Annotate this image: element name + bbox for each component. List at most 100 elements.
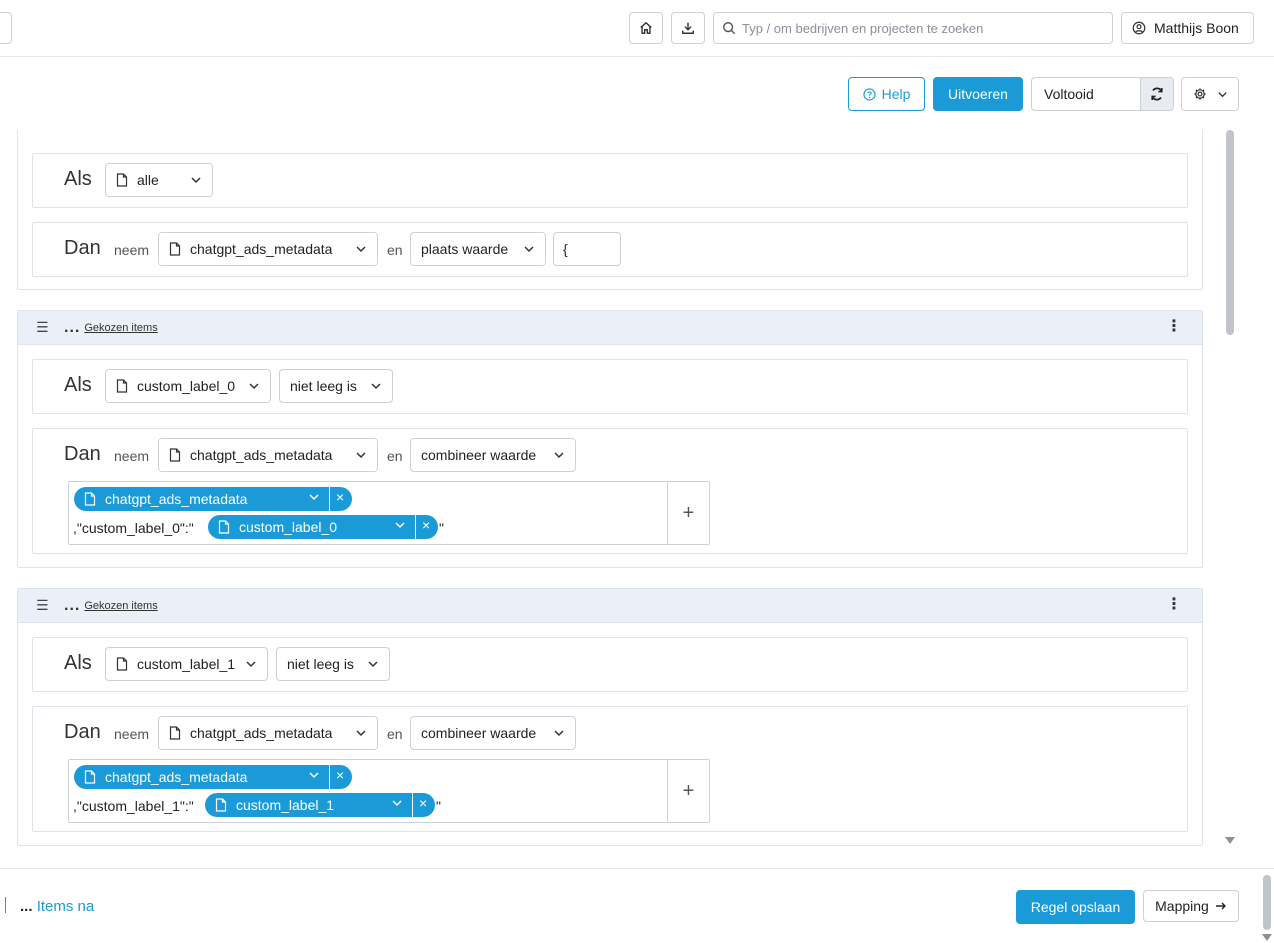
if-operator-select[interactable]: niet leeg is [279,369,393,403]
help-button[interactable]: Help [848,77,925,111]
mapping-label: Mapping [1155,898,1209,914]
rule-card: ☰ ... Gekozen items ⋮ Als custom_label_1… [17,588,1203,846]
run-button[interactable]: Uitvoeren [933,77,1023,111]
document-icon [116,379,128,393]
action-select[interactable]: combineer waarde [410,438,576,472]
take-label: neem [114,448,150,464]
items-after-link[interactable]: ... Items na [20,898,94,915]
download-icon [682,22,694,34]
then-label: Dan [64,443,101,465]
chevron-down-icon [1217,91,1227,97]
left-stub-button[interactable] [0,12,12,44]
page-scroll-down-arrow[interactable] [1262,934,1272,941]
chosen-items-link[interactable]: Gekozen items [84,600,157,612]
more-options-icon[interactable]: ⋮ [1166,319,1182,335]
chevron-down-icon [191,177,201,184]
drag-handle-icon[interactable]: ☰ [36,319,49,336]
mapping-button[interactable]: Mapping [1143,890,1239,922]
save-rule-button[interactable]: Regel opslaan [1016,890,1135,924]
then-label: Dan [64,237,101,259]
if-condition-row: Als alle [32,153,1188,208]
close-icon[interactable]: × [419,795,427,811]
close-icon[interactable]: × [336,767,344,783]
action-select[interactable]: combineer waarde [410,716,576,750]
plus-icon: + [682,779,695,802]
document-icon [169,726,181,740]
refresh-button[interactable] [1140,78,1173,110]
rules-scrollbar[interactable] [1222,130,1238,848]
previous-link-stub[interactable] [0,897,6,913]
if-label: Als [64,652,92,674]
field-chip[interactable]: chatgpt_ads_metadata × [74,765,352,789]
rule-header: ☰ ... Gekozen items ⋮ [18,589,1202,623]
chevron-down-icon[interactable] [308,491,320,503]
arrow-right-icon [1215,902,1226,910]
then-field-select[interactable]: chatgpt_ads_metadata [158,438,378,472]
literal-text: " [439,520,444,536]
field-chip[interactable]: custom_label_1 × [205,793,435,817]
settings-button[interactable] [1181,77,1239,111]
if-operator-select[interactable]: niet leeg is [276,647,390,681]
if-operator-value: niet leeg is [287,656,354,672]
document-icon [169,448,181,462]
home-button[interactable] [629,12,663,44]
status-select[interactable]: Voltooid [1031,77,1174,111]
action-select[interactable]: plaats waarde [410,232,546,266]
refresh-icon [1151,87,1163,101]
more-options-icon[interactable]: ⋮ [1166,597,1182,613]
footer-bar: ... Items na Regel opslaan Mapping [0,868,1274,943]
drag-handle-icon[interactable]: ☰ [36,597,49,614]
then-field-value: chatgpt_ads_metadata [190,725,333,741]
top-bar: Matthijs Boon [0,0,1274,57]
chosen-items-link[interactable]: Gekozen items [84,322,157,334]
action-value: combineer waarde [421,447,537,463]
field-chip[interactable]: chatgpt_ads_metadata × [74,487,352,511]
then-action-row: Dan neem chatgpt_ads_metadata en combine… [32,706,1188,832]
page-scrollbar-thumb[interactable] [1263,875,1271,930]
then-action-row: Dan neem chatgpt_ads_metadata en combine… [32,428,1188,554]
download-button[interactable] [671,12,705,44]
value-input[interactable]: { [553,232,621,266]
literal-text: " [436,798,441,814]
value-composer[interactable]: chatgpt_ads_metadata × ,"custom_label_0"… [68,481,710,545]
if-label: Als [64,168,92,190]
plus-icon: + [682,501,695,524]
scrollbar-thumb[interactable] [1226,130,1234,335]
user-menu-button[interactable]: Matthijs Boon [1121,12,1254,44]
if-field-value: custom_label_0 [137,378,236,394]
chevron-down-icon [356,730,366,737]
page-scrollbar[interactable] [1260,869,1274,943]
if-field-select[interactable]: custom_label_0 [105,369,271,403]
add-part-button[interactable]: + [667,760,709,822]
chevron-down-icon [368,661,378,668]
then-field-select[interactable]: chatgpt_ads_metadata [158,716,378,750]
help-label: Help [881,86,911,102]
chevron-down-icon[interactable] [394,519,406,531]
chip-label: chatgpt_ads_metadata [105,491,248,507]
chevron-down-icon [524,246,534,253]
value-composer[interactable]: chatgpt_ads_metadata × ,"custom_label_1"… [68,759,710,823]
document-icon [218,520,230,534]
if-field-select[interactable]: alle [105,163,213,197]
items-after-dots: ... [20,898,33,915]
document-icon [116,657,128,671]
then-field-value: chatgpt_ads_metadata [190,447,333,463]
action-bar: Help Uitvoeren Voltooid [0,58,1274,130]
scroll-down-arrow[interactable] [1225,837,1235,844]
search-input[interactable] [742,20,1102,36]
take-label: neem [114,242,150,258]
items-after-label: Items na [36,898,95,915]
if-field-value: custom_label_1 [137,656,236,672]
if-condition-row: Als custom_label_1 niet leeg is [32,637,1188,692]
add-part-button[interactable]: + [667,482,709,544]
field-chip[interactable]: custom_label_0 × [208,515,438,539]
user-name: Matthijs Boon [1154,20,1239,36]
search-bar[interactable] [713,12,1113,44]
close-icon[interactable]: × [336,489,344,505]
then-field-select[interactable]: chatgpt_ads_metadata [158,232,378,266]
chevron-down-icon[interactable] [391,797,403,809]
close-icon[interactable]: × [422,517,430,533]
if-field-select[interactable]: custom_label_1 [105,647,268,681]
chevron-down-icon[interactable] [308,769,320,781]
chevron-down-icon [371,383,381,390]
